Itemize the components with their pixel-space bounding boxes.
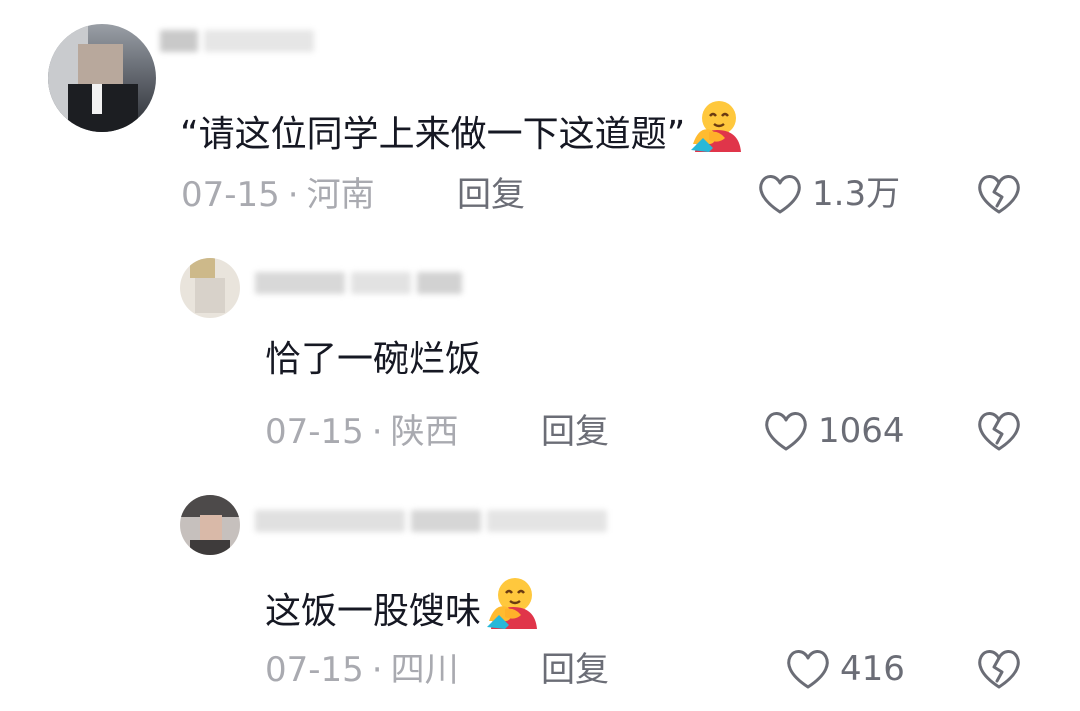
reply-button[interactable]: 回复 [541, 412, 609, 452]
username-blurred[interactable] [255, 272, 468, 298]
comment-text: 恰了一碗烂饭 [265, 339, 482, 380]
avatar[interactable] [180, 495, 240, 555]
heart-icon [765, 412, 807, 451]
meta-separator: · [287, 175, 299, 215]
avatar[interactable] [48, 24, 156, 132]
hugging-face-icon [485, 575, 541, 642]
like-count: 416 [840, 649, 905, 689]
like-button[interactable]: 416 [784, 647, 905, 691]
like-button[interactable]: 1.3万 [756, 172, 900, 216]
username-blurred[interactable] [255, 510, 613, 536]
comment-location: 陕西 [390, 412, 459, 452]
heart-icon [759, 175, 801, 214]
comment-date: 07-15 [265, 412, 364, 452]
comment-date: 07-15 [181, 175, 280, 215]
comment-location: 河南 [306, 175, 375, 215]
comment-meta: 07-15 · 四川 [265, 650, 459, 690]
broken-heart-icon [978, 412, 1020, 451]
meta-separator: · [371, 412, 383, 452]
comment-text: 这饭一股馊味 [265, 575, 541, 642]
comment-meta: 07-15 · 河南 [181, 175, 375, 215]
broken-heart-icon [978, 650, 1020, 689]
hugging-face-icon [689, 98, 745, 165]
comment-text: “请这位同学上来做一下这道题” [180, 98, 745, 165]
dislike-button[interactable] [975, 172, 1023, 220]
dislike-button[interactable] [975, 409, 1023, 457]
broken-heart-icon [978, 175, 1020, 214]
username-blurred[interactable] [160, 30, 320, 56]
like-count: 1.3万 [812, 174, 901, 214]
meta-separator: · [371, 650, 383, 690]
comment-location: 四川 [390, 650, 459, 690]
reply-button[interactable]: 回复 [541, 650, 609, 690]
avatar[interactable] [180, 258, 240, 318]
like-count: 1064 [818, 411, 905, 451]
heart-icon [787, 650, 829, 689]
dislike-button[interactable] [975, 647, 1023, 695]
comment-meta: 07-15 · 陕西 [265, 412, 459, 452]
comment-date: 07-15 [265, 650, 364, 690]
like-button[interactable]: 1064 [762, 409, 905, 453]
reply-button[interactable]: 回复 [457, 175, 525, 215]
